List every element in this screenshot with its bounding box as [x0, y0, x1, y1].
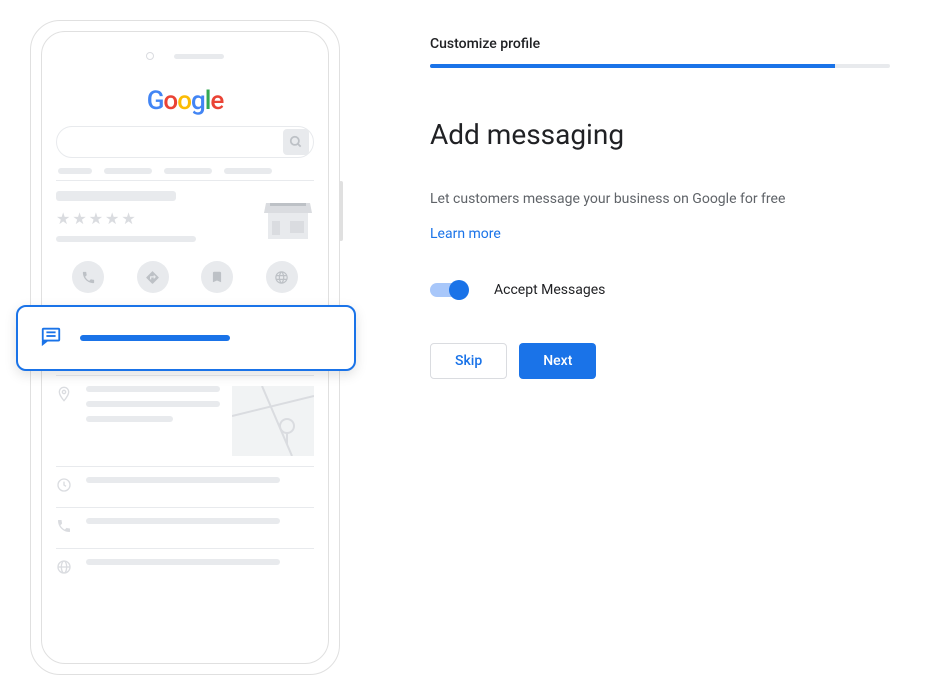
globe-icon [56, 559, 74, 579]
map-thumbnail [232, 386, 314, 456]
toggle-label: Accept Messages [494, 282, 605, 298]
description-text: Let customers message your business on G… [430, 191, 890, 207]
directions-icon [137, 261, 169, 293]
call-icon [72, 261, 104, 293]
progress-bar [430, 64, 890, 68]
speaker-icon [174, 54, 224, 59]
step-label: Customize profile [430, 36, 890, 52]
page-title: Add messaging [430, 118, 890, 151]
message-feature-card [41, 305, 329, 371]
search-input-placeholder [56, 126, 314, 158]
clock-icon [56, 477, 74, 497]
next-button[interactable]: Next [519, 343, 596, 379]
skip-button[interactable]: Skip [430, 343, 507, 379]
search-icon [283, 129, 309, 155]
learn-more-link[interactable]: Learn more [430, 226, 501, 242]
phone-icon [56, 518, 74, 538]
camera-icon [146, 52, 154, 60]
storefront-icon [262, 191, 314, 243]
google-logo: Google [56, 86, 314, 116]
accept-messages-toggle[interactable] [430, 283, 466, 297]
location-pin-icon [56, 386, 74, 406]
message-icon [41, 325, 62, 351]
save-icon [201, 261, 233, 293]
website-icon [266, 261, 298, 293]
star-rating: ★★★★★ [56, 209, 250, 228]
phone-mockup: Google [20, 10, 350, 685]
